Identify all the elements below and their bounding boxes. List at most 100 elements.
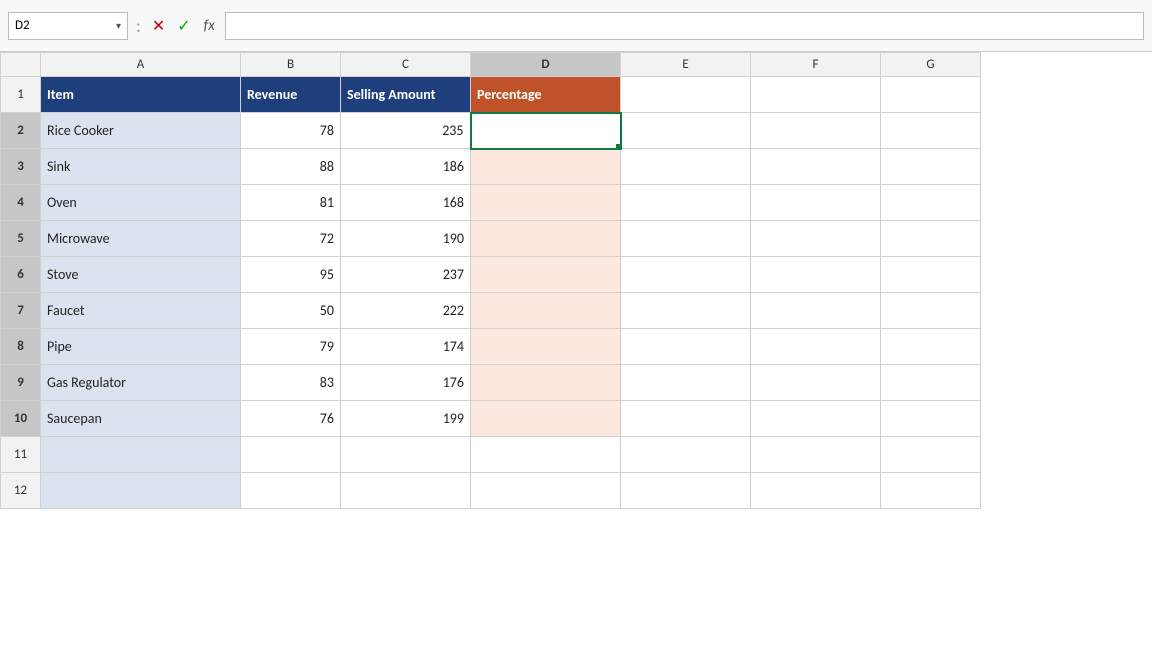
cell-F7[interactable] (751, 293, 881, 329)
cell-B9[interactable]: 83 (241, 365, 341, 401)
cell-E6[interactable] (621, 257, 751, 293)
row-header-12[interactable]: 12 (1, 473, 41, 509)
cell-D11[interactable] (471, 437, 621, 473)
cell-A1[interactable]: Item (41, 77, 241, 113)
name-box-dropdown-icon[interactable]: ▾ (116, 19, 121, 32)
cell-D6[interactable] (471, 257, 621, 293)
cell-G4[interactable] (881, 185, 981, 221)
cell-G11[interactable] (881, 437, 981, 473)
cell-C3[interactable]: 186 (341, 149, 471, 185)
row-header-3[interactable]: 3 (1, 149, 41, 185)
cell-G12[interactable] (881, 473, 981, 509)
row-header-4[interactable]: 4 (1, 185, 41, 221)
cell-D10[interactable] (471, 401, 621, 437)
cell-C1[interactable]: Selling Amount (341, 77, 471, 113)
cell-C5[interactable]: 190 (341, 221, 471, 257)
cell-D5[interactable] (471, 221, 621, 257)
cell-E10[interactable] (621, 401, 751, 437)
cell-E7[interactable] (621, 293, 751, 329)
cell-A9[interactable]: Gas Regulator (41, 365, 241, 401)
cell-F11[interactable] (751, 437, 881, 473)
cell-G5[interactable] (881, 221, 981, 257)
row-header-6[interactable]: 6 (1, 257, 41, 293)
cell-B6[interactable]: 95 (241, 257, 341, 293)
cell-C10[interactable]: 199 (341, 401, 471, 437)
cell-D3[interactable] (471, 149, 621, 185)
row-header-8[interactable]: 8 (1, 329, 41, 365)
formula-input[interactable] (225, 12, 1144, 40)
cell-F5[interactable] (751, 221, 881, 257)
cell-F10[interactable] (751, 401, 881, 437)
cell-C7[interactable]: 222 (341, 293, 471, 329)
cell-B8[interactable]: 79 (241, 329, 341, 365)
col-header-d[interactable]: D (471, 53, 621, 77)
cell-F9[interactable] (751, 365, 881, 401)
col-header-a[interactable]: A (41, 53, 241, 77)
cell-D4[interactable] (471, 185, 621, 221)
col-header-e[interactable]: E (621, 53, 751, 77)
col-header-c[interactable]: C (341, 53, 471, 77)
cell-G6[interactable] (881, 257, 981, 293)
cell-F4[interactable] (751, 185, 881, 221)
cell-G9[interactable] (881, 365, 981, 401)
cell-E4[interactable] (621, 185, 751, 221)
cell-D8[interactable] (471, 329, 621, 365)
cell-A2[interactable]: Rice Cooker (41, 113, 241, 149)
row-header-10[interactable]: 10 (1, 401, 41, 437)
cell-E11[interactable] (621, 437, 751, 473)
cell-B10[interactable]: 76 (241, 401, 341, 437)
cell-D12[interactable] (471, 473, 621, 509)
cell-C8[interactable]: 174 (341, 329, 471, 365)
cell-C11[interactable] (341, 437, 471, 473)
cell-A12[interactable] (41, 473, 241, 509)
row-header-11[interactable]: 11 (1, 437, 41, 473)
cell-C6[interactable]: 237 (341, 257, 471, 293)
cell-C4[interactable]: 168 (341, 185, 471, 221)
cell-B2[interactable]: 78 (241, 113, 341, 149)
cell-D7[interactable] (471, 293, 621, 329)
cell-E12[interactable] (621, 473, 751, 509)
confirm-icon[interactable]: ✓ (174, 16, 193, 36)
cell-B7[interactable]: 50 (241, 293, 341, 329)
cell-G8[interactable] (881, 329, 981, 365)
cell-E8[interactable] (621, 329, 751, 365)
row-header-1[interactable]: 1 (1, 77, 41, 113)
col-header-g[interactable]: G (881, 53, 981, 77)
cell-F1[interactable] (751, 77, 881, 113)
cell-F8[interactable] (751, 329, 881, 365)
cell-B5[interactable]: 72 (241, 221, 341, 257)
cell-G1[interactable] (881, 77, 981, 113)
row-header-9[interactable]: 9 (1, 365, 41, 401)
cell-E1[interactable] (621, 77, 751, 113)
cell-E3[interactable] (621, 149, 751, 185)
cell-F2[interactable] (751, 113, 881, 149)
cell-B12[interactable] (241, 473, 341, 509)
cancel-icon[interactable]: ✕ (149, 16, 168, 36)
cell-A8[interactable]: Pipe (41, 329, 241, 365)
cell-G3[interactable] (881, 149, 981, 185)
cell-F6[interactable] (751, 257, 881, 293)
cell-E5[interactable] (621, 221, 751, 257)
cell-E2[interactable] (621, 113, 751, 149)
row-header-2[interactable]: 2 (1, 113, 41, 149)
cell-A5[interactable]: Microwave (41, 221, 241, 257)
cell-B3[interactable]: 88 (241, 149, 341, 185)
cell-F12[interactable] (751, 473, 881, 509)
cell-G2[interactable] (881, 113, 981, 149)
cell-D2[interactable] (471, 113, 621, 149)
col-header-f[interactable]: F (751, 53, 881, 77)
cell-A3[interactable]: Sink (41, 149, 241, 185)
cell-F3[interactable] (751, 149, 881, 185)
row-header-5[interactable]: 5 (1, 221, 41, 257)
cell-E9[interactable] (621, 365, 751, 401)
cell-D1[interactable]: Percentage (471, 77, 621, 113)
cell-A10[interactable]: Saucepan (41, 401, 241, 437)
cell-C2[interactable]: 235 (341, 113, 471, 149)
cell-G7[interactable] (881, 293, 981, 329)
cell-C9[interactable]: 176 (341, 365, 471, 401)
cell-A7[interactable]: Faucet (41, 293, 241, 329)
cell-G10[interactable] (881, 401, 981, 437)
cell-D9[interactable] (471, 365, 621, 401)
row-header-7[interactable]: 7 (1, 293, 41, 329)
cell-A6[interactable]: Stove (41, 257, 241, 293)
